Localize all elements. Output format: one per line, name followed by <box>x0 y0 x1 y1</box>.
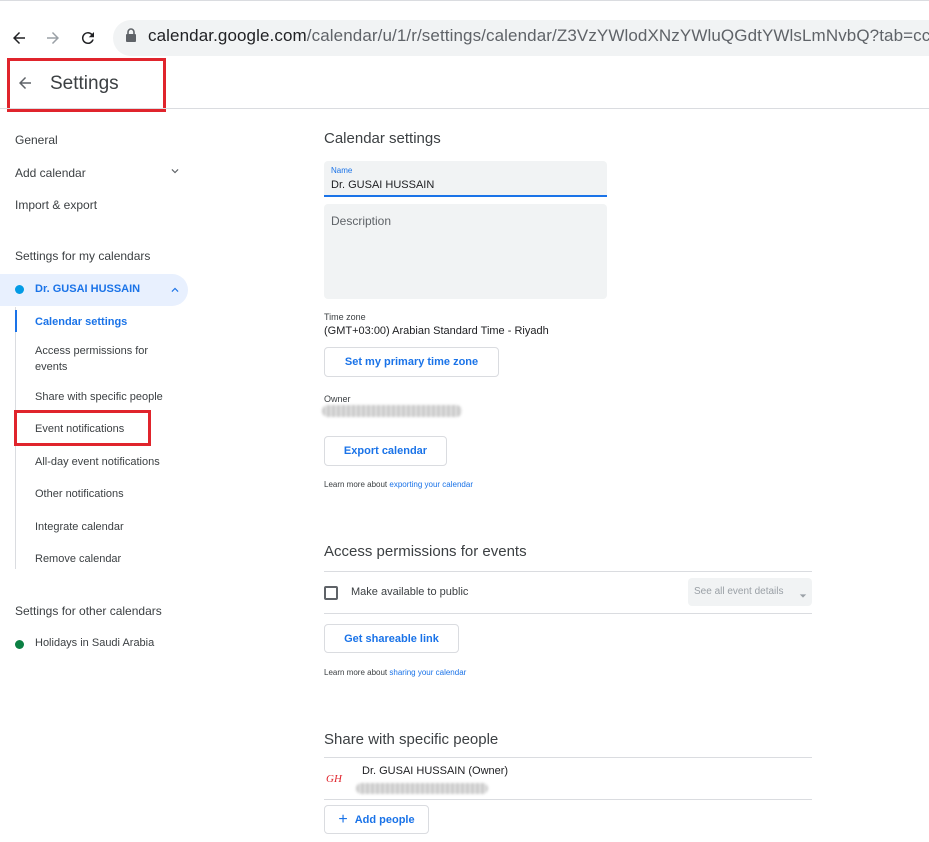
name-field-label: Name <box>331 166 353 175</box>
page-title: Settings <box>50 73 119 94</box>
description-placeholder: Description <box>331 214 392 228</box>
share-top-divider <box>324 757 812 758</box>
sidebar-item-general[interactable]: General <box>15 133 58 147</box>
top-border <box>0 0 929 1</box>
export-learn-more-link[interactable]: exporting your calendar <box>389 480 473 489</box>
owner-email-redacted <box>322 405 462 417</box>
url-path: /calendar/u/1/r/settings/calendar/Z3VzYW… <box>306 26 929 45</box>
export-learn-more: Learn more about exporting your calendar <box>324 480 473 489</box>
holiday-calendar-dot <box>15 640 24 649</box>
lock-icon <box>125 28 137 47</box>
share-owner-email-redacted <box>356 783 488 794</box>
export-calendar-button[interactable]: Export calendar <box>324 436 447 466</box>
add-people-label: Add people <box>354 813 415 826</box>
sharing-learn-more-link[interactable]: sharing your calendar <box>389 668 466 677</box>
calendar-color-dot <box>15 285 24 294</box>
my-calendars-heading: Settings for my calendars <box>15 249 151 263</box>
access-permissions-title: Access permissions for events <box>324 543 527 560</box>
sidebar-item-add-calendar[interactable]: Add calendar <box>15 166 86 180</box>
name-field[interactable]: Name Dr. GUSAI HUSSAIN <box>324 161 607 197</box>
calendar-settings-title: Calendar settings <box>324 130 441 147</box>
forward-arrow-icon[interactable] <box>42 27 64 49</box>
export-learn-more-prefix: Learn more about <box>324 480 390 489</box>
back-arrow-icon[interactable] <box>8 27 30 49</box>
timezone-label: Time zone <box>324 312 366 322</box>
sidebar-item-all-day-notifications[interactable]: All-day event notifications <box>35 454 160 470</box>
sharing-learn-more: Learn more about sharing your calendar <box>324 668 466 677</box>
make-public-checkbox[interactable] <box>324 586 338 600</box>
share-owner-name: Dr. GUSAI HUSSAIN (Owner) <box>362 765 509 777</box>
set-primary-timezone-button[interactable]: Set my primary time zone <box>324 347 499 377</box>
sidebar-item-calendar-settings[interactable]: Calendar settings <box>35 314 127 330</box>
plus-icon: + <box>338 810 348 828</box>
owner-label: Owner <box>324 394 351 404</box>
event-details-select-value: See all event details <box>694 586 784 597</box>
access-bottom-divider <box>324 613 812 614</box>
url-host: calendar.google.com <box>148 26 307 45</box>
subnav-active-indicator <box>15 310 17 332</box>
event-details-select[interactable]: See all event details <box>688 578 812 606</box>
timezone-value: (GMT+03:00) Arabian Standard Time - Riya… <box>324 325 549 337</box>
sharing-learn-more-prefix: Learn more about <box>324 668 390 677</box>
reload-icon[interactable] <box>77 27 99 49</box>
sidebar-item-remove-calendar[interactable]: Remove calendar <box>35 551 121 567</box>
url-text: calendar.google.com/calendar/u/1/r/setti… <box>148 26 929 46</box>
sidebar-item-event-notifications[interactable]: Event notifications <box>35 421 124 437</box>
make-public-label: Make available to public <box>351 586 469 598</box>
sidebar-item-integrate-calendar[interactable]: Integrate calendar <box>35 519 124 535</box>
chevron-up-icon[interactable] <box>168 283 182 302</box>
sidebar-item-other-notifications[interactable]: Other notifications <box>35 486 124 502</box>
header-divider <box>0 108 929 109</box>
access-top-divider <box>324 571 812 572</box>
sidebar-item-holidays[interactable]: Holidays in Saudi Arabia <box>35 637 154 649</box>
share-people-title: Share with specific people <box>324 731 499 748</box>
sidebar-item-access-permissions[interactable]: Access permissions for events <box>35 343 170 375</box>
name-field-value: Dr. GUSAI HUSSAIN <box>331 179 435 191</box>
description-field[interactable]: Description <box>324 204 607 299</box>
sidebar-item-share-people[interactable]: Share with specific people <box>35 389 163 405</box>
share-bottom-divider <box>324 799 812 800</box>
my-calendar-name: Dr. GUSAI HUSSAIN <box>35 283 141 295</box>
chevron-down-icon[interactable] <box>168 164 182 183</box>
owner-avatar: GH <box>326 773 342 785</box>
other-calendars-heading: Settings for other calendars <box>15 604 162 618</box>
get-shareable-link-button[interactable]: Get shareable link <box>324 624 459 653</box>
dropdown-arrow-icon <box>799 587 807 605</box>
sidebar-item-import-export[interactable]: Import & export <box>15 198 97 212</box>
add-people-button[interactable]: + Add people <box>324 805 429 834</box>
settings-back-icon[interactable] <box>16 74 34 97</box>
